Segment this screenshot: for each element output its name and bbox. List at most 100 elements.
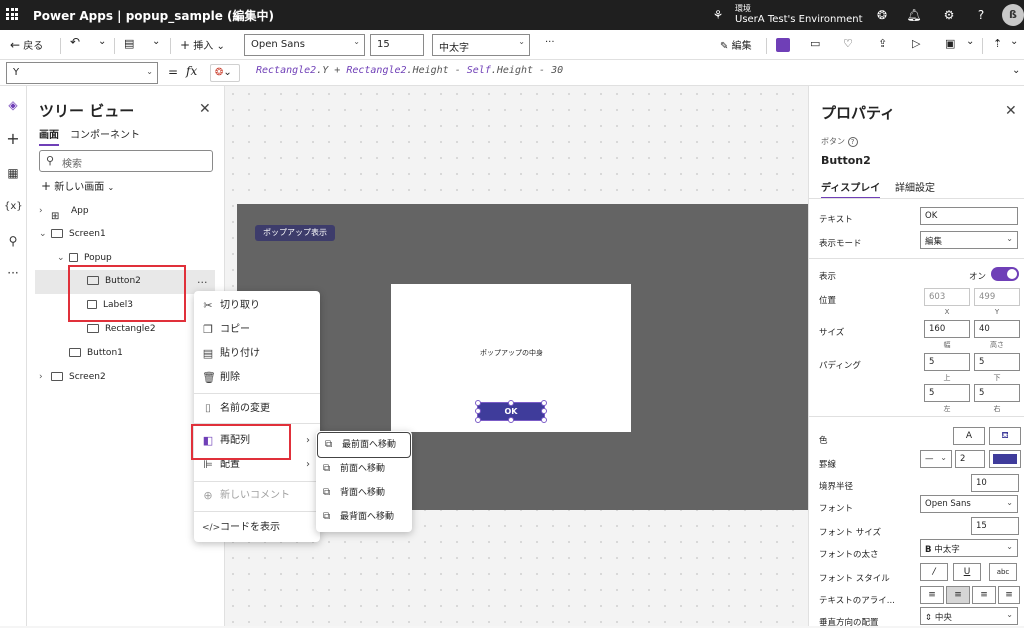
save-chevron-icon[interactable]: ⌄ [966, 36, 974, 47]
font-weight-select[interactable]: B 中太字 ⌄ [920, 539, 1018, 557]
tab-components[interactable]: コンポーネント [70, 126, 140, 141]
padding-bottom-input[interactable]: 5 [974, 353, 1020, 371]
insert-plus-icon[interactable]: + [4, 130, 22, 148]
border-style-select[interactable]: — ⌄ [920, 450, 952, 468]
padding-right-input[interactable]: 5 [974, 384, 1020, 402]
menu-item-paste[interactable]: ▤ 貼り付け [194, 342, 320, 366]
padding-top-input[interactable]: 5 [924, 353, 970, 371]
popup-content-label[interactable]: ポップアップの中身 [480, 348, 543, 358]
settings-gear-icon[interactable]: ⚙ [941, 7, 957, 23]
tree-node-button1[interactable]: Button1 [69, 342, 123, 364]
app-launcher-icon[interactable] [6, 8, 18, 20]
clipboard-icon[interactable]: ▤ [124, 37, 134, 50]
new-screen-button[interactable]: + 新しい画面 ⌄ [41, 178, 114, 193]
menu-item-copy[interactable]: ❐ コピー [194, 318, 320, 342]
copilot-icon[interactable]: ❂ [874, 7, 890, 23]
vertical-align-select[interactable]: ⇕ 中央 ⌄ [920, 607, 1018, 625]
share-icon[interactable]: ⇪ [878, 37, 887, 50]
edit-button[interactable]: ✎ 編集 [720, 37, 752, 52]
menu-item-view-code[interactable]: </> コードを表示 [194, 516, 320, 540]
tab-advanced[interactable]: 詳細設定 [895, 179, 935, 194]
align-center-button[interactable]: ≡ [946, 586, 970, 604]
undo-chevron-icon[interactable]: ⌄ [98, 36, 106, 47]
save-icon[interactable]: ▣ [945, 37, 955, 50]
submenu-bring-to-front[interactable]: ⧉ 最前面へ移動 [317, 432, 411, 458]
underline-button[interactable]: U [953, 563, 981, 581]
variables-icon[interactable]: {x} [4, 198, 23, 216]
more-options-icon[interactable]: ··· [197, 276, 208, 289]
resize-handle[interactable] [475, 417, 481, 423]
insert-button[interactable]: + 挿入 ⌄ [180, 37, 225, 52]
tree-node-screen1[interactable]: ⌄ Screen1 [39, 223, 106, 245]
user-avatar[interactable]: ß [1002, 4, 1024, 26]
tree-node-app[interactable]: › ⊞ App [39, 200, 89, 222]
fill-color-button[interactable]: ⛾ [989, 427, 1021, 445]
formula-input[interactable]: Rectangle2.Y + Rectangle2.Height - Self.… [256, 65, 563, 76]
submenu-bring-forward[interactable]: ⧉ 前面へ移動 [316, 457, 412, 481]
resize-handle[interactable] [541, 400, 547, 406]
strikethrough-button[interactable]: abc [989, 563, 1017, 581]
divider [809, 198, 1024, 199]
copilot-formula-button[interactable]: ❂⌄ [210, 64, 240, 82]
menu-item-cut[interactable]: ✂ 切り取り [194, 294, 320, 318]
undo-icon[interactable]: ↶ [70, 35, 80, 49]
position-x-input[interactable]: 603 [924, 288, 970, 306]
more-options-button[interactable]: ··· [545, 37, 555, 48]
submenu-send-to-back[interactable]: ⧉ 最背面へ移動 [316, 505, 412, 529]
publish-icon[interactable]: ⇡ [993, 37, 1002, 50]
show-popup-button[interactable]: ポップアップ表示 [255, 225, 335, 241]
font-family-select[interactable]: Open Sans ⌄ [244, 34, 365, 56]
visible-toggle[interactable] [991, 267, 1019, 281]
tree-node-screen2[interactable]: › Screen2 [39, 366, 106, 388]
border-width-input[interactable]: 2 [955, 450, 985, 468]
properties-pane-icon[interactable] [776, 38, 790, 52]
expand-formula-icon[interactable]: ⌄ [1012, 65, 1020, 76]
padding-left-input[interactable]: 5 [924, 384, 970, 402]
clipboard-chevron-icon[interactable]: ⌄ [152, 36, 160, 47]
display-mode-select[interactable]: 編集 ⌄ [920, 231, 1018, 249]
font-size-input[interactable]: 15 [971, 517, 1019, 535]
resize-handle[interactable] [508, 417, 514, 423]
position-y-input[interactable]: 499 [974, 288, 1020, 306]
submenu-send-backward[interactable]: ⧉ 背面へ移動 [316, 481, 412, 505]
tab-screens[interactable]: 画面 [39, 126, 59, 146]
layers-icon[interactable]: ◈ [4, 96, 22, 114]
property-select[interactable]: Y ⌄ [6, 62, 158, 84]
align-right-button[interactable]: ≡ [972, 586, 996, 604]
align-justify-button[interactable]: ≡ [998, 586, 1020, 604]
menu-item-rename[interactable]: ⌷ 名前の変更 [194, 397, 320, 421]
resize-handle[interactable] [475, 400, 481, 406]
data-table-icon[interactable]: ▦ [4, 164, 22, 182]
comment-icon[interactable]: ▭ [810, 37, 820, 50]
font-select[interactable]: Open Sans ⌄ [920, 495, 1018, 513]
more-icon[interactable]: ··· [4, 264, 22, 282]
tab-display[interactable]: ディスプレイ [821, 179, 881, 199]
close-icon[interactable]: ✕ [199, 101, 211, 117]
font-size-input[interactable]: 15 [370, 34, 424, 56]
environment-info[interactable]: 環境 UserA Test's Environment [735, 3, 863, 25]
width-input[interactable]: 160 [924, 320, 970, 338]
tree-search-input[interactable]: ⚲ 検索 [39, 150, 213, 172]
font-weight-select[interactable]: 中太字 ⌄ [432, 34, 530, 56]
info-icon[interactable]: ? [847, 137, 858, 147]
align-left-button[interactable]: ≡ [920, 586, 944, 604]
text-input[interactable]: OK [920, 207, 1018, 225]
search-icon[interactable]: ⚲ [4, 232, 22, 250]
text-color-button[interactable]: A [953, 427, 985, 445]
notification-bell-icon[interactable]: 🔔︎ [906, 7, 922, 23]
play-icon[interactable]: ▷ [912, 37, 920, 50]
back-button[interactable]: ← 戻る [10, 37, 43, 52]
border-color-button[interactable] [989, 450, 1021, 468]
help-icon[interactable]: ? [973, 7, 989, 23]
publish-chevron-icon[interactable]: ⌄ [1010, 36, 1018, 47]
border-radius-input[interactable]: 10 [971, 474, 1019, 492]
italic-button[interactable]: / [920, 563, 948, 581]
resize-handle[interactable] [475, 408, 481, 414]
height-input[interactable]: 40 [974, 320, 1020, 338]
menu-item-delete[interactable]: 🗑︎ 削除 [194, 366, 320, 390]
app-checker-icon[interactable]: ♡ [843, 37, 853, 50]
resize-handle[interactable] [541, 417, 547, 423]
close-icon[interactable]: ✕ [1005, 103, 1017, 119]
resize-handle[interactable] [541, 408, 547, 414]
resize-handle[interactable] [508, 400, 514, 406]
